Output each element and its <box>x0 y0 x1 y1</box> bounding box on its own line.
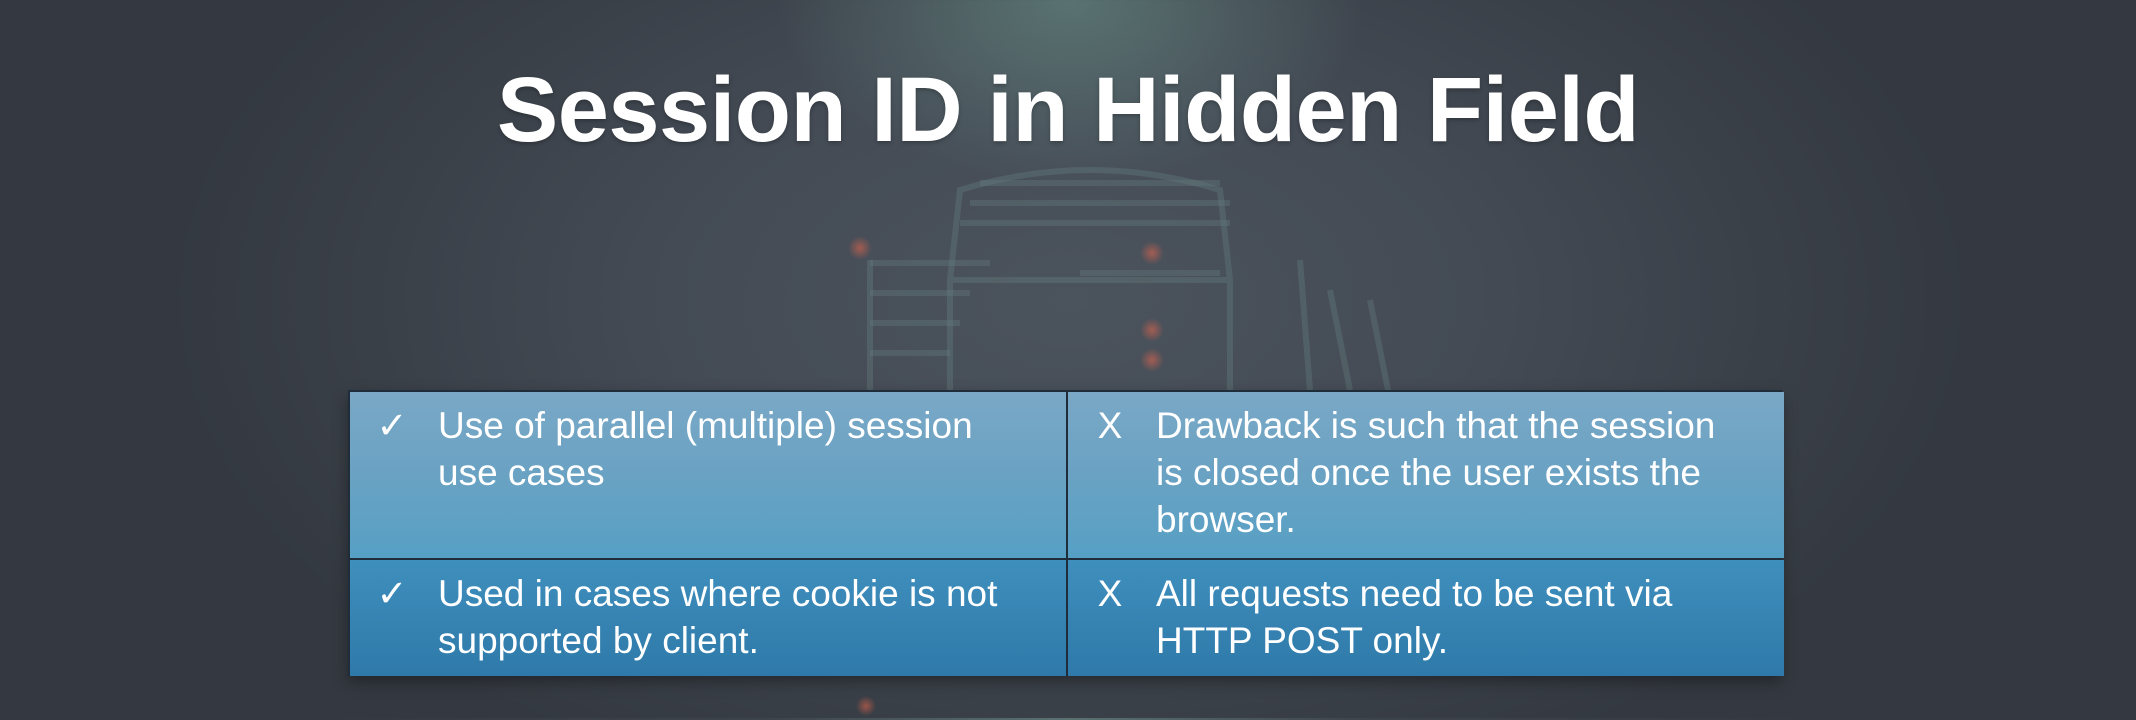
check-icon: ✓ <box>376 573 408 614</box>
pro-text: Used in cases where cookie is not suppor… <box>438 573 998 661</box>
check-icon: ✓ <box>376 405 408 446</box>
con-cell: X Drawback is such that the session is c… <box>1068 392 1784 558</box>
con-cell: X All requests need to be sent via HTTP … <box>1068 560 1784 676</box>
pro-text: Use of parallel (multiple) session use c… <box>438 405 973 493</box>
pro-cell: ✓ Use of parallel (multiple) session use… <box>350 392 1066 558</box>
x-icon: X <box>1097 405 1123 446</box>
con-text: Drawback is such that the session is clo… <box>1156 405 1716 540</box>
slide-title: Session ID in Hidden Field <box>496 59 1640 161</box>
con-text: All requests need to be sent via HTTP PO… <box>1156 573 1673 661</box>
x-icon: X <box>1097 573 1123 614</box>
pro-cell: ✓ Used in cases where cookie is not supp… <box>350 560 1066 676</box>
comparison-table: ✓ Use of parallel (multiple) session use… <box>348 390 1784 676</box>
